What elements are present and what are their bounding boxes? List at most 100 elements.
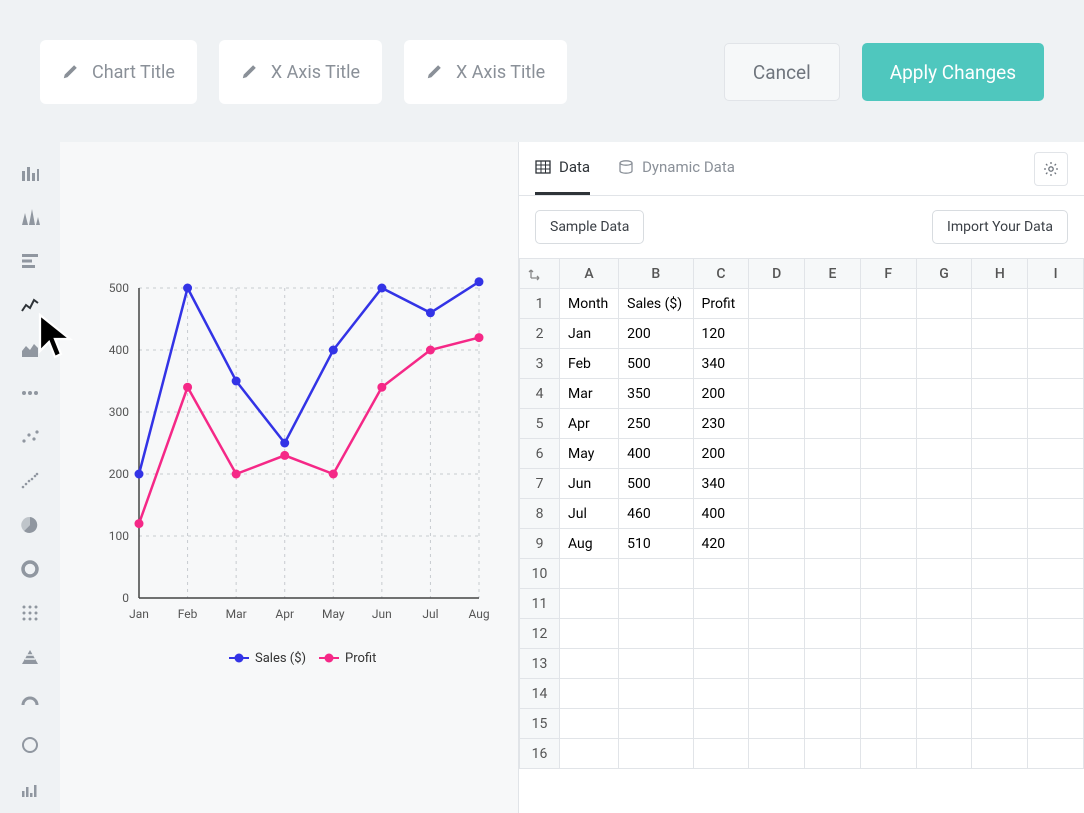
cell[interactable] bbox=[1028, 469, 1084, 499]
col-header[interactable]: A bbox=[560, 259, 619, 289]
cell[interactable] bbox=[749, 619, 805, 649]
cell[interactable]: 500 bbox=[619, 469, 693, 499]
cell[interactable]: Feb bbox=[560, 349, 619, 379]
row-header[interactable]: 5 bbox=[520, 409, 560, 439]
cell[interactable] bbox=[805, 529, 861, 559]
cell[interactable] bbox=[619, 619, 693, 649]
pie-chart-icon[interactable] bbox=[19, 514, 41, 536]
col-header[interactable]: G bbox=[916, 259, 972, 289]
cell[interactable] bbox=[860, 469, 916, 499]
dots-row-icon[interactable] bbox=[19, 382, 41, 404]
cell[interactable] bbox=[916, 739, 972, 769]
cell[interactable] bbox=[749, 349, 805, 379]
cell[interactable] bbox=[972, 349, 1028, 379]
cell[interactable] bbox=[860, 739, 916, 769]
cell[interactable] bbox=[805, 469, 861, 499]
x-axis-title-input-1[interactable]: X Axis Title bbox=[219, 40, 382, 104]
cell[interactable] bbox=[860, 679, 916, 709]
cell[interactable] bbox=[1028, 559, 1084, 589]
cell[interactable] bbox=[749, 649, 805, 679]
cell[interactable] bbox=[693, 559, 749, 589]
cell[interactable] bbox=[860, 589, 916, 619]
cell[interactable]: Mar bbox=[560, 379, 619, 409]
cell[interactable]: Jul bbox=[560, 499, 619, 529]
cell[interactable]: 340 bbox=[693, 349, 749, 379]
pyramid-icon[interactable] bbox=[19, 646, 41, 668]
x-axis-title-input-2[interactable]: X Axis Title bbox=[404, 40, 567, 104]
chart-title-input[interactable]: Chart Title bbox=[40, 40, 197, 104]
cell[interactable] bbox=[619, 739, 693, 769]
cell[interactable] bbox=[860, 439, 916, 469]
cell[interactable]: Jan bbox=[560, 319, 619, 349]
cell[interactable] bbox=[916, 319, 972, 349]
cell[interactable] bbox=[749, 679, 805, 709]
cell[interactable] bbox=[972, 589, 1028, 619]
row-header[interactable]: 4 bbox=[520, 379, 560, 409]
cell[interactable] bbox=[749, 379, 805, 409]
cell[interactable] bbox=[1028, 709, 1084, 739]
scatter-sparse-icon[interactable] bbox=[19, 426, 41, 448]
cell[interactable] bbox=[805, 499, 861, 529]
cell[interactable] bbox=[1028, 499, 1084, 529]
horizontal-bars-icon[interactable] bbox=[19, 250, 41, 272]
cell[interactable] bbox=[560, 589, 619, 619]
row-header[interactable]: 8 bbox=[520, 499, 560, 529]
cell[interactable] bbox=[619, 559, 693, 589]
row-header[interactable]: 7 bbox=[520, 469, 560, 499]
cell[interactable] bbox=[619, 709, 693, 739]
cell[interactable] bbox=[1028, 649, 1084, 679]
import-data-button[interactable]: Import Your Data bbox=[932, 210, 1068, 244]
cell[interactable]: Profit bbox=[693, 289, 749, 319]
cell[interactable]: 200 bbox=[693, 439, 749, 469]
row-header[interactable]: 13 bbox=[520, 649, 560, 679]
cell[interactable] bbox=[860, 649, 916, 679]
row-header[interactable]: 15 bbox=[520, 709, 560, 739]
cell[interactable]: 400 bbox=[693, 499, 749, 529]
cell[interactable]: Sales ($) bbox=[619, 289, 693, 319]
cell[interactable]: Month bbox=[560, 289, 619, 319]
cell[interactable]: 350 bbox=[619, 379, 693, 409]
cell[interactable] bbox=[972, 619, 1028, 649]
cell[interactable]: 230 bbox=[693, 409, 749, 439]
row-header[interactable]: 6 bbox=[520, 439, 560, 469]
cell[interactable] bbox=[972, 649, 1028, 679]
cell[interactable]: Aug bbox=[560, 529, 619, 559]
cell[interactable] bbox=[805, 589, 861, 619]
cell[interactable]: 400 bbox=[619, 439, 693, 469]
cell[interactable]: 250 bbox=[619, 409, 693, 439]
sheet-corner[interactable] bbox=[520, 259, 560, 289]
cell[interactable] bbox=[1028, 379, 1084, 409]
bar-chart-icon[interactable] bbox=[19, 162, 41, 184]
cell[interactable] bbox=[1028, 619, 1084, 649]
cell[interactable] bbox=[560, 649, 619, 679]
col-header[interactable]: B bbox=[619, 259, 693, 289]
row-header[interactable]: 16 bbox=[520, 739, 560, 769]
sample-data-button[interactable]: Sample Data bbox=[535, 210, 644, 244]
cell[interactable] bbox=[1028, 319, 1084, 349]
cell[interactable] bbox=[1028, 349, 1084, 379]
cell[interactable]: 510 bbox=[619, 529, 693, 559]
cell[interactable] bbox=[972, 319, 1028, 349]
cell[interactable] bbox=[972, 379, 1028, 409]
cell[interactable] bbox=[749, 499, 805, 529]
cell[interactable] bbox=[1028, 589, 1084, 619]
cell[interactable] bbox=[749, 559, 805, 589]
cell[interactable] bbox=[1028, 679, 1084, 709]
cell[interactable] bbox=[1028, 739, 1084, 769]
cell[interactable] bbox=[749, 739, 805, 769]
cell[interactable] bbox=[805, 379, 861, 409]
donut-chart-icon[interactable] bbox=[19, 558, 41, 580]
row-header[interactable]: 2 bbox=[520, 319, 560, 349]
cell[interactable] bbox=[1028, 409, 1084, 439]
cell[interactable]: 420 bbox=[693, 529, 749, 559]
cell[interactable] bbox=[860, 529, 916, 559]
cell[interactable] bbox=[972, 529, 1028, 559]
cell[interactable] bbox=[1028, 529, 1084, 559]
sharp-bar-icon[interactable] bbox=[19, 206, 41, 228]
cell[interactable] bbox=[805, 409, 861, 439]
cell[interactable] bbox=[749, 289, 805, 319]
cell[interactable] bbox=[972, 289, 1028, 319]
cell[interactable]: 120 bbox=[693, 319, 749, 349]
cell[interactable] bbox=[916, 289, 972, 319]
cell[interactable] bbox=[916, 499, 972, 529]
